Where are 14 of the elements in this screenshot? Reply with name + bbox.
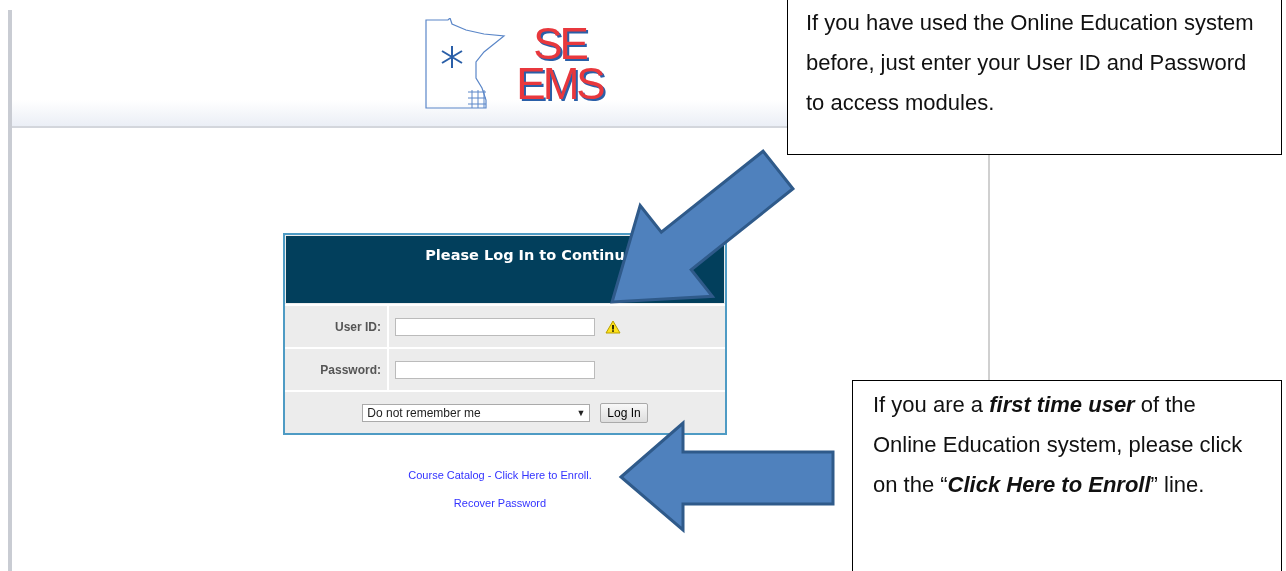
panel-title: Please Log In to Continu: [424, 247, 625, 263]
callout-note: If you are a first time user of the Online Education system, please click on the “Click Here to Enroll” line.: [852, 380, 1282, 571]
login-button[interactable]: Log In: [600, 402, 648, 423]
input-field[interactable]: [395, 360, 595, 379]
link[interactable]: Course Catalog - Click Here to Enroll.: [408, 469, 592, 481]
link[interactable]: Recover Password: [453, 497, 547, 509]
remember-dropdown[interactable]: Do not remember me ▼: [362, 403, 591, 422]
logo-text: EMS: [516, 64, 603, 104]
field-label: User ID:: [285, 306, 389, 347]
input-field[interactable]: [395, 317, 595, 336]
field-label: Password:: [285, 349, 389, 390]
logo-text: SE: [533, 24, 586, 64]
arrow-icon: [618, 420, 838, 532]
callout-note: If you have used the Online Education system before, just enter your User ID and Password to access modules.: [787, 0, 1282, 155]
